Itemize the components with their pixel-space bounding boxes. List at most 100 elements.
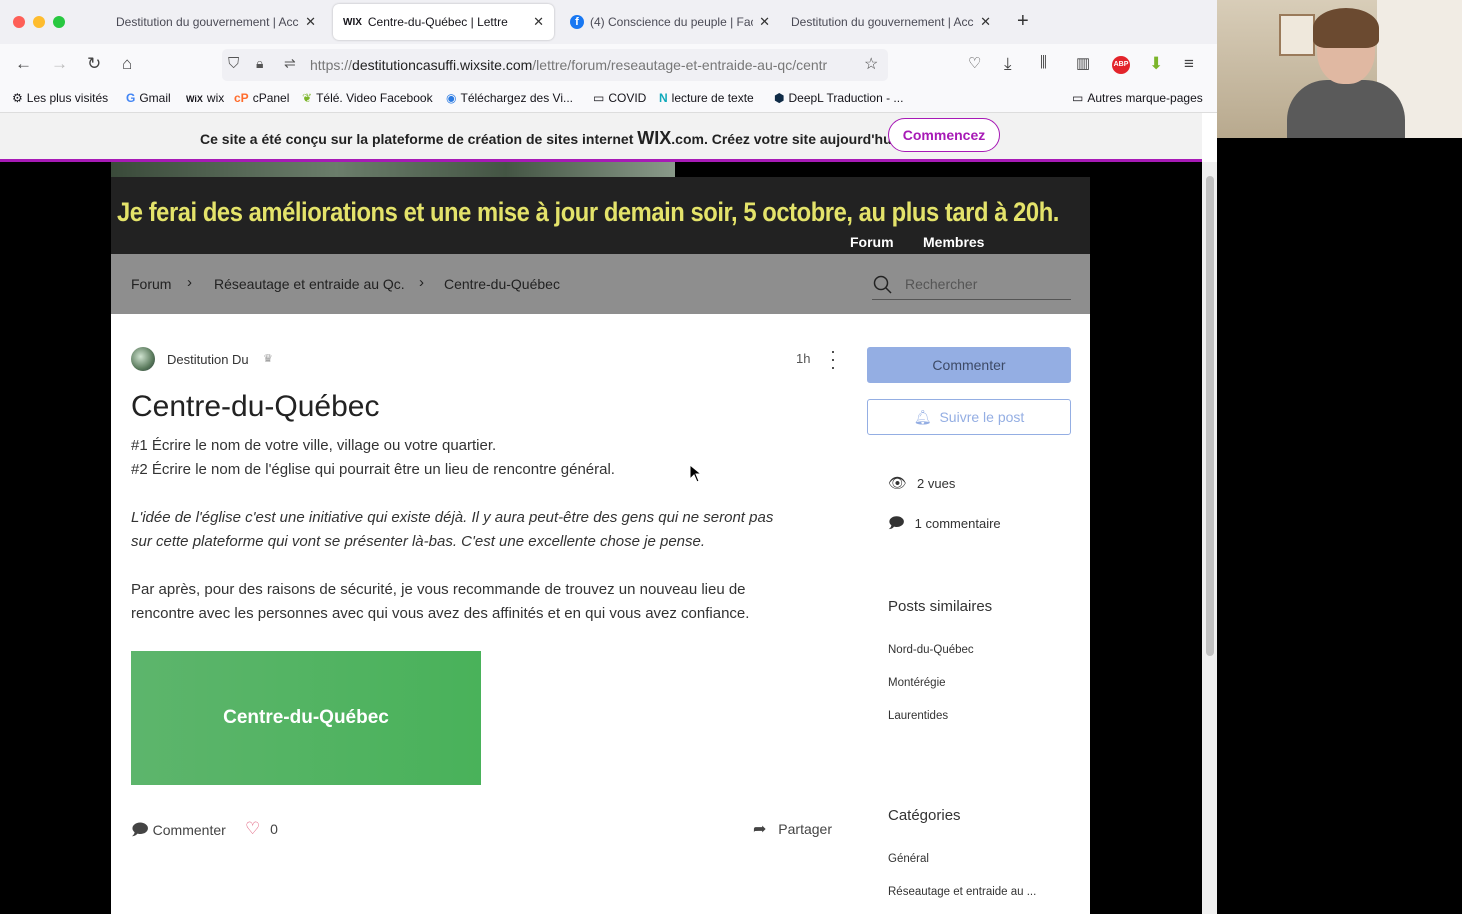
- mouse-cursor-icon: [689, 464, 703, 483]
- menu-icon[interactable]: ≡: [1184, 54, 1194, 74]
- close-window-button[interactable]: [13, 16, 25, 28]
- comment-icon: 🗩︎: [888, 515, 905, 532]
- close-icon[interactable]: ✕: [759, 14, 770, 30]
- like-count: 0: [270, 821, 278, 837]
- comment-icon: 🗩︎: [131, 822, 149, 839]
- close-icon[interactable]: ✕: [305, 14, 316, 30]
- extension-icon[interactable]: ⬇: [1149, 54, 1163, 74]
- similar-posts-title: Posts similaires: [888, 598, 993, 615]
- breadcrumb-reseautage[interactable]: Réseautage et entraide au Qc.: [214, 276, 405, 292]
- pocket-icon[interactable]: ♡: [968, 54, 981, 72]
- download-icon[interactable]: ⤓: [1004, 54, 1012, 74]
- post-para-1: Par après, pour des raisons de sécurité,…: [131, 581, 746, 598]
- bookmark-plus-visites[interactable]: ⚙ Les plus visités: [12, 91, 108, 105]
- tab-label: Destitution du gouvernement | Accu: [791, 15, 975, 29]
- post-image-text: Centre-du-Québec: [223, 707, 389, 728]
- header-image: [111, 162, 675, 177]
- category-link[interactable]: Réseautage et entraide au ...: [888, 886, 1036, 898]
- menu-item-forum[interactable]: Forum: [850, 234, 894, 250]
- menu-item-membres[interactable]: Membres: [923, 234, 984, 250]
- shield-icon[interactable]: ⛉: [228, 55, 239, 72]
- url-bar[interactable]: ⛉ 🔒︎ ⇌ https://destitutioncasuffi.wixsit…: [222, 49, 888, 81]
- share-action[interactable]: ➦ Partager: [753, 819, 832, 839]
- commenter-button[interactable]: Commenter: [867, 347, 1071, 383]
- bookmark-autres[interactable]: ▭ Autres marque-pages: [1072, 91, 1203, 105]
- search-placeholder: Rechercher: [905, 276, 978, 292]
- post-italic-2: sur cette plateforme qui vont se présent…: [131, 533, 706, 550]
- tab-facebook[interactable]: f (4) Conscience du peuple | Face ✕: [560, 4, 780, 40]
- library-icon[interactable]: ⫼: [1040, 54, 1047, 71]
- tab-bar: Destitution du gouvernement | Accu ✕ WIX…: [0, 0, 1217, 44]
- forward-icon[interactable]: →: [51, 54, 68, 74]
- webcam-person-body: [1287, 80, 1405, 138]
- facebook-icon: f: [570, 15, 584, 29]
- maximize-window-button[interactable]: [53, 16, 65, 28]
- bookmark-cpanel[interactable]: cP cPanel: [234, 91, 289, 105]
- cpanel-icon: cP: [234, 91, 249, 105]
- bookmark-tele-video[interactable]: ❦ Télé. Video Facebook: [302, 91, 433, 105]
- similar-post-link[interactable]: Nord-du-Québec: [888, 644, 974, 656]
- n-icon: N: [659, 91, 668, 105]
- similar-post-link[interactable]: Montérégie: [888, 677, 946, 689]
- chevron-right-icon: ›: [419, 274, 424, 291]
- commencez-button[interactable]: Commencez: [888, 118, 1000, 152]
- tab-centre-du-quebec[interactable]: WIX Centre-du-Québec | Lettre ✕: [333, 4, 554, 40]
- chevron-right-icon: ›: [187, 274, 192, 291]
- follow-post-button[interactable]: 🔔︎ Suivre le post: [867, 399, 1071, 435]
- webcam-overlay: [1217, 0, 1462, 138]
- more-options-icon[interactable]: · · ·: [829, 342, 837, 376]
- bookmark-lecture[interactable]: Nlecture de texte: [659, 91, 754, 105]
- lock-icon[interactable]: 🔒︎: [256, 55, 263, 72]
- post-title: Centre-du-Québec: [131, 390, 380, 423]
- post-time: 1h: [796, 351, 811, 366]
- breadcrumb-forum[interactable]: Forum: [131, 276, 171, 292]
- bookmark-covid[interactable]: ▭ COVID: [593, 91, 646, 105]
- share-icon: ➦: [753, 821, 767, 838]
- follow-label: Suivre le post: [939, 409, 1025, 425]
- comment-action[interactable]: 🗩︎ Commenter: [131, 819, 226, 846]
- post-image[interactable]: Centre-du-Québec: [131, 651, 481, 785]
- reload-icon[interactable]: ↻: [87, 54, 101, 74]
- crown-icon: ♛: [263, 353, 273, 365]
- search-icon: [873, 275, 892, 294]
- search-input[interactable]: Rechercher: [872, 274, 1071, 300]
- scrollbar-thumb[interactable]: [1206, 176, 1214, 656]
- leaf-icon: ❦: [302, 91, 313, 105]
- gear-icon: ⚙: [12, 91, 23, 105]
- tab-label: (4) Conscience du peuple | Face: [590, 15, 754, 29]
- bookmark-telechargez[interactable]: ◉ Téléchargez des Vi...: [446, 91, 573, 105]
- similar-post-link[interactable]: Laurentides: [888, 710, 948, 722]
- bookmark-gmail[interactable]: G Gmail: [126, 91, 171, 105]
- google-icon: G: [126, 91, 136, 105]
- new-tab-button[interactable]: +: [1017, 10, 1029, 33]
- permissions-icon[interactable]: ⇌: [284, 55, 296, 72]
- close-icon[interactable]: ✕: [980, 14, 991, 30]
- webcam-person-hair: [1313, 8, 1379, 48]
- bookmark-deepl[interactable]: ⬢ DeepL Traduction - ...: [774, 91, 903, 105]
- author-name[interactable]: Destitution Du: [167, 352, 249, 367]
- bookmark-wix[interactable]: WiX wix: [186, 91, 224, 105]
- post-line-2: #2 Écrire le nom de l'église qui pourrai…: [131, 461, 615, 478]
- site-header: Je ferai des améliorations et une mise à…: [111, 177, 1090, 254]
- close-icon[interactable]: ✕: [533, 14, 544, 30]
- eye-icon: 👁︎: [888, 475, 908, 492]
- tab-destitution-2[interactable]: Destitution du gouvernement | Accu ✕: [781, 4, 1001, 40]
- category-link[interactable]: Général: [888, 853, 929, 865]
- views-stat: 👁︎ 2 vues: [888, 475, 956, 492]
- announcement-text: Je ferai des améliorations et une mise à…: [117, 197, 1059, 227]
- wix-banner-text: Ce site a été conçu sur la plateforme de…: [200, 128, 900, 148]
- breadcrumb-bar: Forum › Réseautage et entraide au Qc. › …: [111, 254, 1090, 314]
- post-italic-1: L'idée de l'église c'est une initiative …: [131, 509, 774, 526]
- sidebar-icon[interactable]: ▥: [1076, 54, 1090, 72]
- back-icon[interactable]: ←: [15, 54, 32, 74]
- url-text[interactable]: https://destitutioncasuffi.wixsite.com/l…: [310, 57, 858, 73]
- tab-destitution-1[interactable]: Destitution du gouvernement | Accu ✕: [106, 4, 326, 40]
- star-icon[interactable]: ☆: [864, 54, 878, 74]
- home-icon[interactable]: ⌂: [122, 54, 132, 74]
- avatar[interactable]: [131, 347, 155, 371]
- breadcrumb-current: Centre-du-Québec: [444, 276, 560, 292]
- minimize-window-button[interactable]: [33, 16, 45, 28]
- adblock-icon[interactable]: ABP: [1112, 56, 1130, 74]
- heart-icon: ♡: [245, 819, 261, 838]
- like-action[interactable]: ♡ 0: [245, 819, 278, 839]
